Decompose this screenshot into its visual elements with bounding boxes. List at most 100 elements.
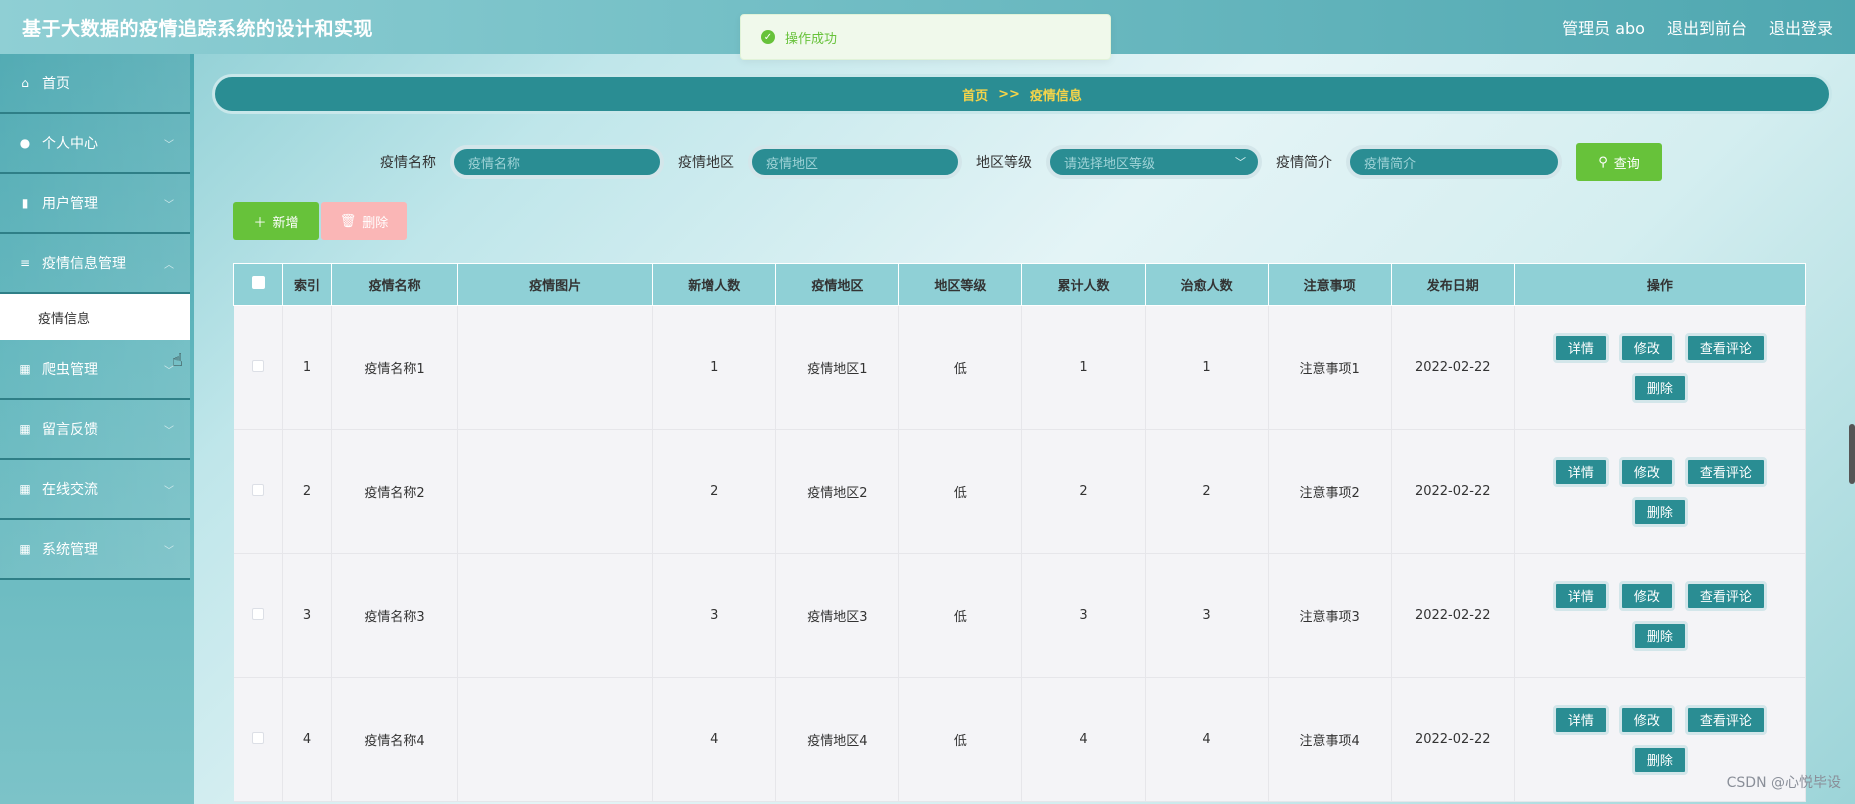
cell-index: 4 (282, 677, 333, 802)
sidebar-item-system-management[interactable]: ▦ 系统管理 ﹀ (0, 520, 190, 580)
area-label: 疫情地区 (678, 155, 734, 171)
cell-notes: 注意事项4 (1268, 677, 1392, 802)
name-placeholder: 疫情名称 (468, 156, 521, 172)
batch-delete-button[interactable]: 🗑 删除 (321, 202, 407, 240)
top-actions: 管理员 abo 退出到前台 退出登录 (1562, 15, 1833, 39)
detail-button[interactable]: 详情 (1552, 332, 1609, 363)
sidebar: ⌂ 首页 ● 个人中心 ﹀ ▮ 用户管理 ﹀ ≡ 疫情信息管理 ︿ 疫情信息 ▦… (0, 54, 194, 804)
table-row: 2 疫情名称2 2 疫情地区2 低 2 2 注意事项2 2022-02-22 详情 修改 查看评论 删除 (233, 429, 1807, 554)
sidebar-item-label: 爬虫管理 (42, 362, 98, 378)
cell-new: 2 (652, 429, 777, 554)
cell-cured: 4 (1145, 677, 1269, 802)
sidebar-item-label: 首页 (42, 76, 70, 92)
cell-area: 疫情地区3 (775, 553, 900, 678)
sidebar-item-home[interactable]: ⌂ 首页 (0, 54, 190, 114)
level-select[interactable]: 请选择地区等级 ﹀ (1046, 145, 1262, 179)
cell-area: 疫情地区2 (775, 429, 900, 554)
cell-date: 2022-02-22 (1391, 553, 1515, 678)
edit-button[interactable]: 修改 (1618, 332, 1675, 363)
search-icon: ⚲ (1598, 154, 1608, 170)
add-button-label: 新增 (272, 215, 299, 231)
view-comments-button[interactable]: 查看评论 (1684, 332, 1767, 363)
sidebar-item-crawler-management[interactable]: ▦ 爬虫管理 ﹀ (0, 340, 190, 400)
detail-button[interactable]: 详情 (1552, 704, 1609, 735)
user-icon: ● (19, 136, 31, 150)
logout-link[interactable]: 退出登录 (1769, 15, 1833, 39)
chevron-down-icon: ﹀ (164, 199, 174, 211)
delete-button-label: 删除 (362, 215, 389, 231)
cell-date: 2022-02-22 (1391, 677, 1515, 802)
chevron-down-icon: ﹀ (164, 425, 174, 437)
row-select-cell (233, 553, 284, 678)
sidebar-item-label: 疫情信息管理 (42, 256, 126, 272)
area-placeholder: 疫情地区 (766, 156, 819, 172)
table-row: 1 疫情名称1 1 疫情地区1 低 1 1 注意事项1 2022-02-22 详情 修改 查看评论 删除 (233, 305, 1807, 430)
sidebar-item-epidemic-management[interactable]: ≡ 疫情信息管理 ︿ (0, 234, 190, 294)
sidebar-item-user-management[interactable]: ▮ 用户管理 ﹀ (0, 174, 190, 234)
select-all-cell (232, 263, 284, 306)
table-row: 4 疫情名称4 4 疫情地区4 低 4 4 注意事项4 2022-02-22 详情 修改 查看评论 删除 (233, 677, 1807, 802)
edit-button[interactable]: 修改 (1618, 456, 1675, 487)
select-all-checkbox[interactable] (251, 276, 265, 289)
chevron-up-icon: ︿ (164, 259, 174, 271)
cell-level: 低 (898, 305, 1023, 430)
cell-total: 2 (1021, 429, 1146, 554)
row-checkbox[interactable] (251, 731, 264, 744)
breadcrumb-home[interactable]: 首页 (962, 85, 988, 104)
trash-icon: 🗑 (339, 213, 357, 229)
sidebar-item-feedback[interactable]: ▦ 留言反馈 ﹀ (0, 400, 190, 460)
exit-to-front-link[interactable]: 退出到前台 (1667, 15, 1747, 39)
cell-index: 2 (282, 429, 333, 554)
view-comments-button[interactable]: 查看评论 (1684, 704, 1767, 735)
view-comments-button[interactable]: 查看评论 (1684, 580, 1767, 611)
row-checkbox[interactable] (251, 359, 264, 372)
view-comments-button[interactable]: 查看评论 (1684, 456, 1767, 487)
table-row: 3 疫情名称3 3 疫情地区3 低 3 3 注意事项3 2022-02-22 详情 修改 查看评论 删除 (233, 553, 1807, 678)
row-select-cell (233, 305, 284, 430)
row-checkbox[interactable] (251, 483, 264, 496)
cell-ops: 详情 修改 查看评论删除 (1514, 305, 1807, 430)
search-form: 疫情名称 疫情名称 疫情地区 疫情地区 地区等级 请选择地区等级 ﹀ 疫情简介 … (380, 142, 1662, 182)
hand-cursor-icon: ☝ (172, 350, 183, 371)
scrollbar-thumb[interactable] (1849, 424, 1855, 484)
cell-image (457, 553, 654, 678)
edit-button[interactable]: 修改 (1618, 704, 1675, 735)
edit-button[interactable]: 修改 (1618, 580, 1675, 611)
row-checkbox[interactable] (251, 607, 264, 620)
sidebar-item-label: 系统管理 (42, 542, 98, 558)
grid-icon: ▦ (19, 422, 31, 436)
chevron-down-icon: ﹀ (1235, 156, 1246, 169)
cell-notes: 注意事项2 (1268, 429, 1392, 554)
sidebar-item-personal-center[interactable]: ● 个人中心 ﹀ (0, 114, 190, 174)
add-button[interactable]: ＋ 新增 (233, 202, 319, 240)
row-delete-button[interactable]: 删除 (1631, 620, 1688, 651)
brief-input[interactable]: 疫情简介 (1346, 145, 1562, 179)
detail-button[interactable]: 详情 (1552, 456, 1609, 487)
sidebar-subitem-epidemic-info[interactable]: 疫情信息 (0, 294, 190, 340)
cell-level: 低 (898, 429, 1023, 554)
brief-label: 疫情简介 (1276, 155, 1332, 171)
level-label: 地区等级 (976, 155, 1032, 171)
cell-notes: 注意事项3 (1268, 553, 1392, 678)
cell-name: 疫情名称4 (331, 677, 459, 802)
cell-image (457, 677, 654, 802)
cell-level: 低 (898, 553, 1023, 678)
level-placeholder: 请选择地区等级 (1064, 156, 1156, 172)
sidebar-item-label: 用户管理 (42, 196, 98, 212)
grid-icon: ▦ (19, 362, 31, 376)
cell-date: 2022-02-22 (1391, 305, 1515, 430)
column-header: 发布日期 (1390, 263, 1515, 306)
row-actions: 详情 修改 查看评论删除 (1540, 580, 1780, 651)
query-button[interactable]: ⚲ 查询 (1576, 143, 1662, 181)
cell-index: 3 (282, 553, 333, 678)
detail-button[interactable]: 详情 (1552, 580, 1609, 611)
admin-user-link[interactable]: 管理员 abo (1562, 15, 1645, 39)
row-delete-button[interactable]: 删除 (1631, 372, 1688, 403)
area-input[interactable]: 疫情地区 (748, 145, 962, 179)
name-input[interactable]: 疫情名称 (450, 145, 664, 179)
sidebar-item-online-chat[interactable]: ▦ 在线交流 ﹀ (0, 460, 190, 520)
home-icon: ⌂ (21, 76, 29, 90)
row-delete-button[interactable]: 删除 (1631, 496, 1688, 527)
cell-ops: 详情 修改 查看评论删除 (1514, 553, 1807, 678)
row-delete-button[interactable]: 删除 (1631, 744, 1688, 775)
